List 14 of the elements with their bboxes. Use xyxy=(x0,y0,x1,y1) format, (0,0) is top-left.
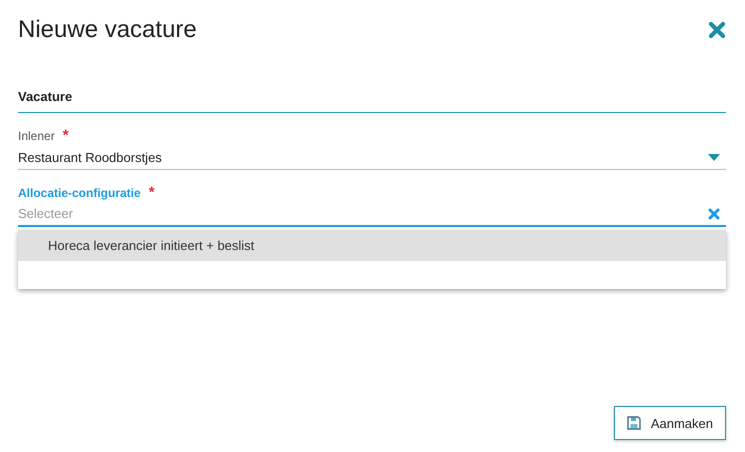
create-button[interactable]: Aanmaken xyxy=(614,406,726,440)
close-button[interactable] xyxy=(708,21,726,39)
search-field[interactable]: Selecteer xyxy=(18,206,708,221)
field-label: Allocatie-configuratie xyxy=(18,186,141,200)
select-field[interactable]: Restaurant Roodborstjes xyxy=(18,150,162,164)
clear-icon[interactable] xyxy=(708,208,720,220)
required-marker: * xyxy=(62,127,69,144)
dropdown-option[interactable]: Horeca leverancier initieert + beslist xyxy=(18,230,726,261)
field-label: Inlener xyxy=(18,129,55,143)
section-title: Vacature xyxy=(18,89,72,104)
save-icon xyxy=(626,416,641,430)
required-marker: * xyxy=(148,184,155,201)
dialog-title: Nieuwe vacature xyxy=(18,16,197,44)
dropdown-caret-icon[interactable] xyxy=(708,154,720,160)
